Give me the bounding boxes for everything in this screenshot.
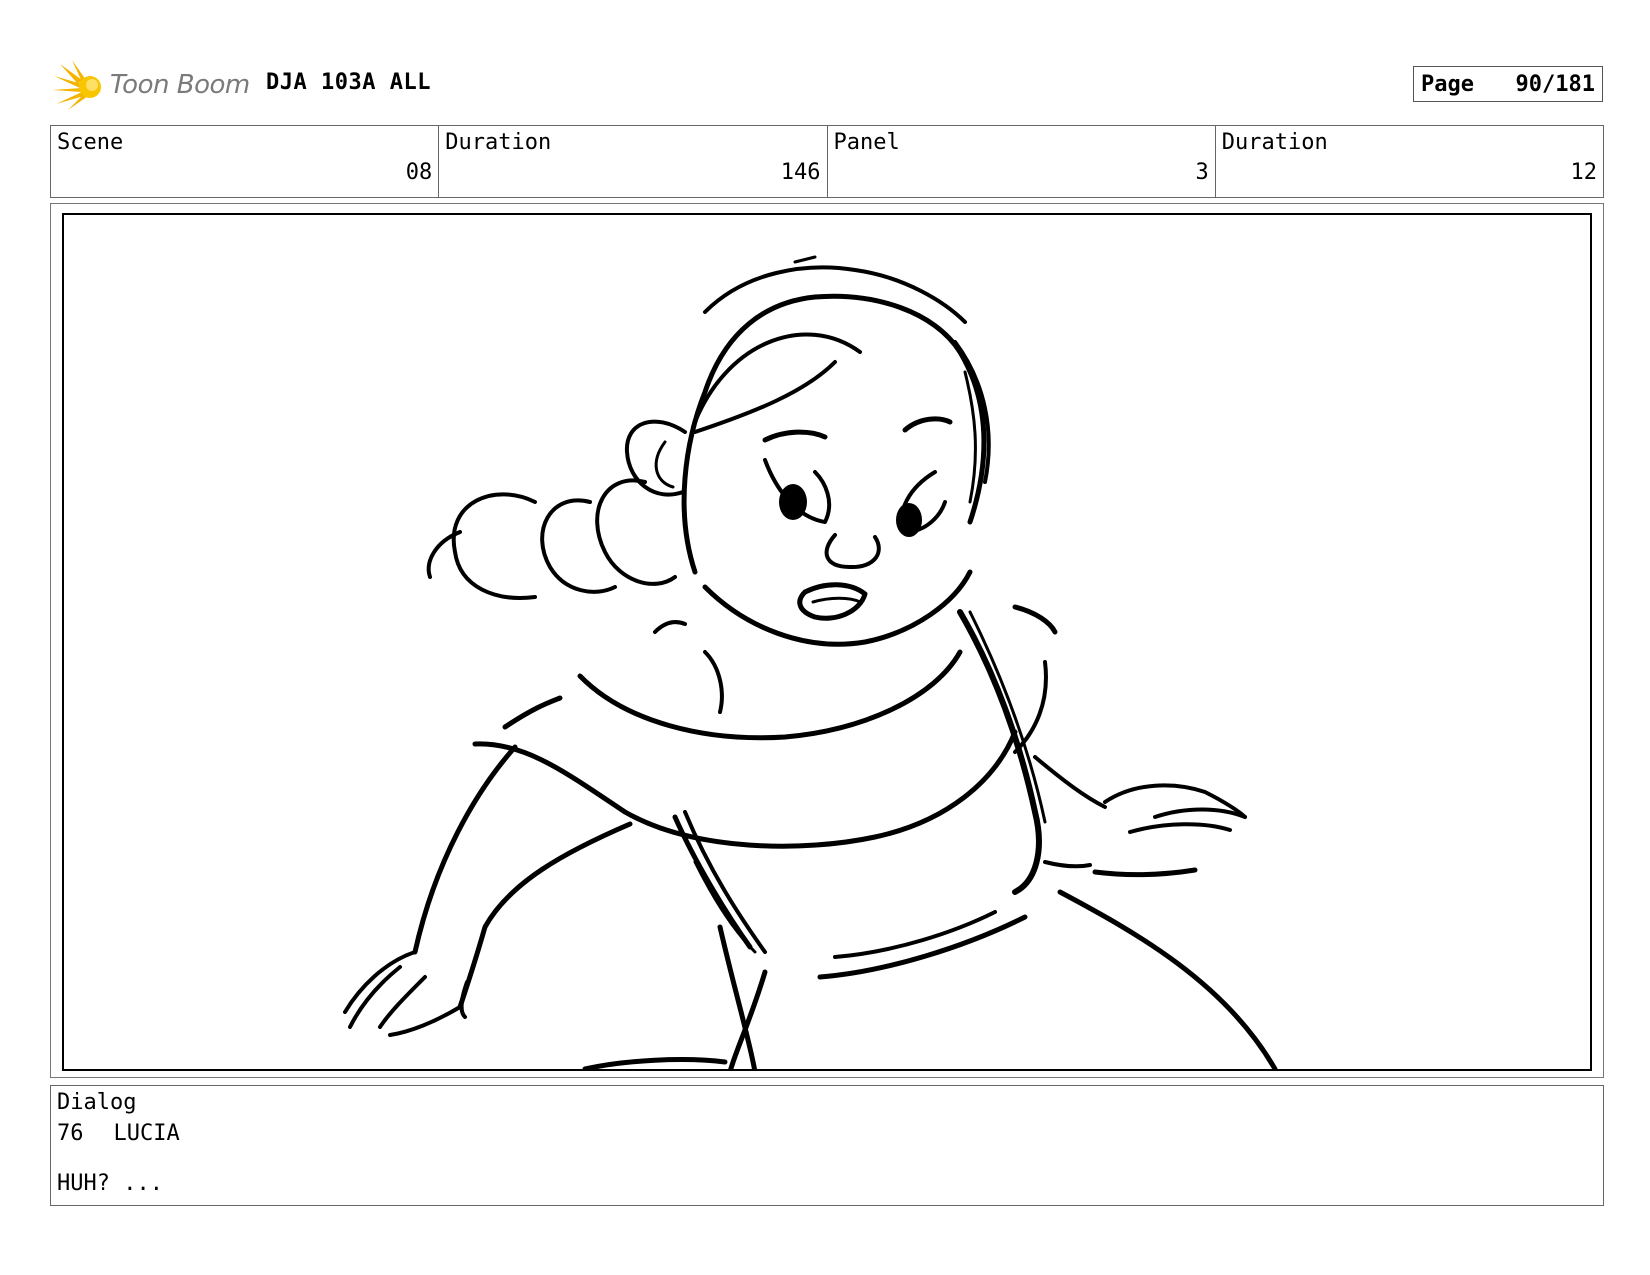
page-indicator: Page 90/181: [1413, 66, 1603, 102]
toon-boom-logo: Toon Boom: [52, 58, 252, 112]
page-number: 90/181: [1515, 71, 1595, 97]
dialog-line: HUH? ...: [57, 1171, 163, 1196]
scene-label: Scene: [57, 130, 124, 155]
panel-duration-cell: Duration 12: [1216, 126, 1603, 197]
project-title: DJA 103A ALL: [266, 70, 431, 95]
dialog-character: LUCIA: [113, 1121, 180, 1146]
storyboard-panel: [62, 213, 1592, 1071]
scene-duration-value: 146: [780, 160, 821, 185]
scene-duration-cell: Duration 146: [439, 126, 828, 197]
scene-cell: Scene 08: [51, 126, 440, 197]
panel-label: Panel: [833, 130, 900, 155]
scene-value: 08: [405, 160, 433, 185]
storyboard-panel-frame: [50, 203, 1604, 1078]
dialog-speaker: 76 LUCIA: [57, 1121, 210, 1146]
page-label: Page: [1421, 71, 1474, 97]
starburst-icon: [52, 60, 101, 110]
panel-value: 3: [1195, 160, 1209, 185]
panel-duration-label: Duration: [1221, 130, 1328, 155]
logo-text: Toon Boom: [110, 70, 250, 100]
scene-duration-label: Duration: [445, 130, 552, 155]
dialog-number: 76: [57, 1121, 84, 1146]
dialog-box: Dialog 76 LUCIA HUH? ...: [50, 1085, 1604, 1206]
dialog-label: Dialog: [57, 1090, 137, 1115]
character-sketch: [343, 255, 1278, 1069]
panel-cell: Panel 3: [828, 126, 1216, 197]
panel-duration-value: 12: [1570, 160, 1598, 185]
scene-info-row: Scene 08 Duration 146 Panel 3 Duration 1…: [50, 125, 1604, 198]
